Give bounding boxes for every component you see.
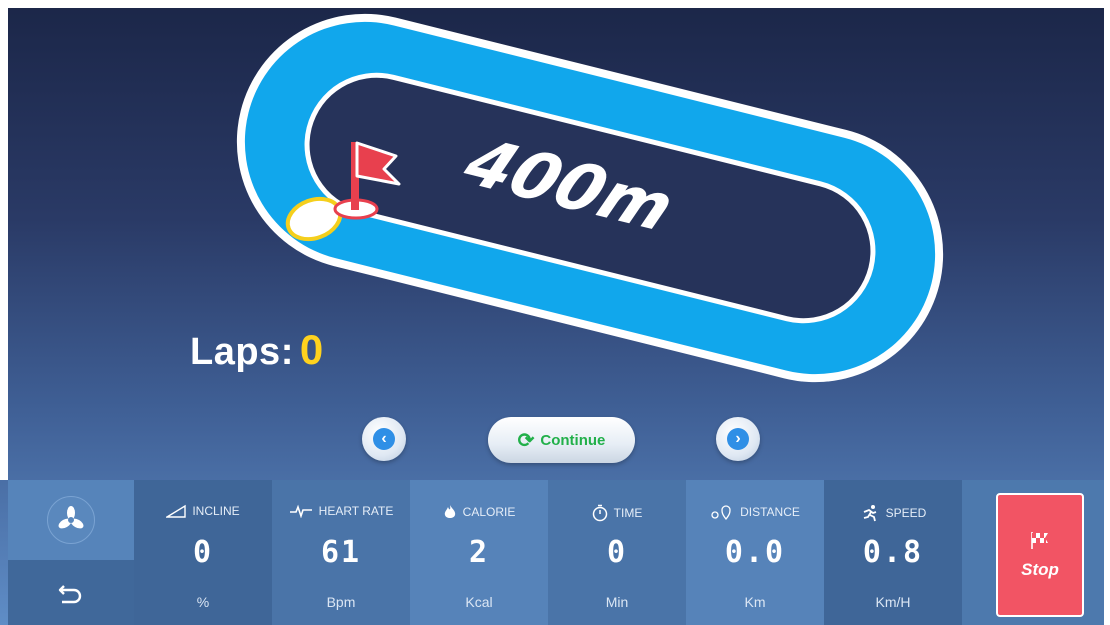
continue-button[interactable]: ⟳ Continue	[488, 417, 635, 463]
track-illustration: 400m	[236, 13, 944, 383]
flame-icon	[444, 505, 455, 518]
metric-label: CALORIE	[462, 505, 516, 519]
checkered-flag-icon	[1031, 532, 1048, 549]
track-area: 400m	[0, 0, 1110, 480]
metric-value: 0.8	[862, 535, 924, 570]
metric-incline: INCLINE 0 %	[134, 480, 272, 625]
metric-label: SPEED	[885, 506, 927, 520]
laps-label: Laps:	[190, 331, 294, 373]
runner-icon	[863, 505, 876, 522]
laps-value: 0	[299, 326, 324, 373]
metric-unit: Km	[744, 594, 766, 610]
location-pin-icon	[711, 505, 731, 520]
metric-heart-rate: HEART RATE 61 Bpm	[272, 480, 410, 625]
laps-counter: Laps: 0	[190, 326, 323, 374]
metric-unit: Kcal	[465, 594, 493, 610]
side-controls	[8, 480, 134, 625]
heartbeat-icon	[289, 504, 312, 518]
metric-value: 61	[320, 535, 362, 570]
stop-button[interactable]: Stop	[996, 493, 1084, 617]
metric-label: INCLINE	[192, 504, 240, 518]
metric-calorie: CALORIE 2 Kcal	[410, 480, 548, 625]
metric-value: 0	[606, 535, 628, 570]
metric-time: TIME 0 Min	[548, 480, 686, 625]
continue-label: Continue	[540, 431, 606, 449]
chevron-left-icon: ‹	[373, 428, 395, 450]
metric-speed: SPEED 0.8 Km/H	[824, 480, 962, 625]
metric-unit: Km/H	[875, 594, 911, 610]
next-button[interactable]: ›	[716, 417, 760, 461]
refresh-icon: ⟳	[517, 429, 535, 452]
metric-label: DISTANCE	[740, 505, 800, 519]
metric-label: TIME	[613, 506, 643, 520]
chevron-right-icon: ›	[727, 428, 749, 450]
metric-value: 0.0	[724, 535, 786, 570]
metric-unit: %	[196, 594, 210, 610]
fan-button[interactable]	[8, 480, 134, 560]
incline-icon	[166, 504, 187, 518]
previous-button[interactable]: ‹	[362, 417, 406, 461]
stop-label: Stop	[1021, 560, 1059, 579]
back-button[interactable]	[8, 560, 134, 625]
metric-value: 2	[468, 535, 490, 570]
metric-unit: Min	[605, 594, 629, 610]
metric-label: HEART RATE	[318, 504, 394, 518]
metrics-bar: INCLINE 0 % HEART RATE 61 Bpm CALORIE 2 …	[8, 480, 1104, 625]
metric-value: 0	[192, 535, 214, 570]
metric-unit: Bpm	[326, 594, 356, 610]
fan-icon	[47, 496, 95, 544]
back-arrow-icon	[58, 584, 82, 603]
stopwatch-icon	[592, 504, 607, 522]
metric-distance: DISTANCE 0.0 Km	[686, 480, 824, 625]
